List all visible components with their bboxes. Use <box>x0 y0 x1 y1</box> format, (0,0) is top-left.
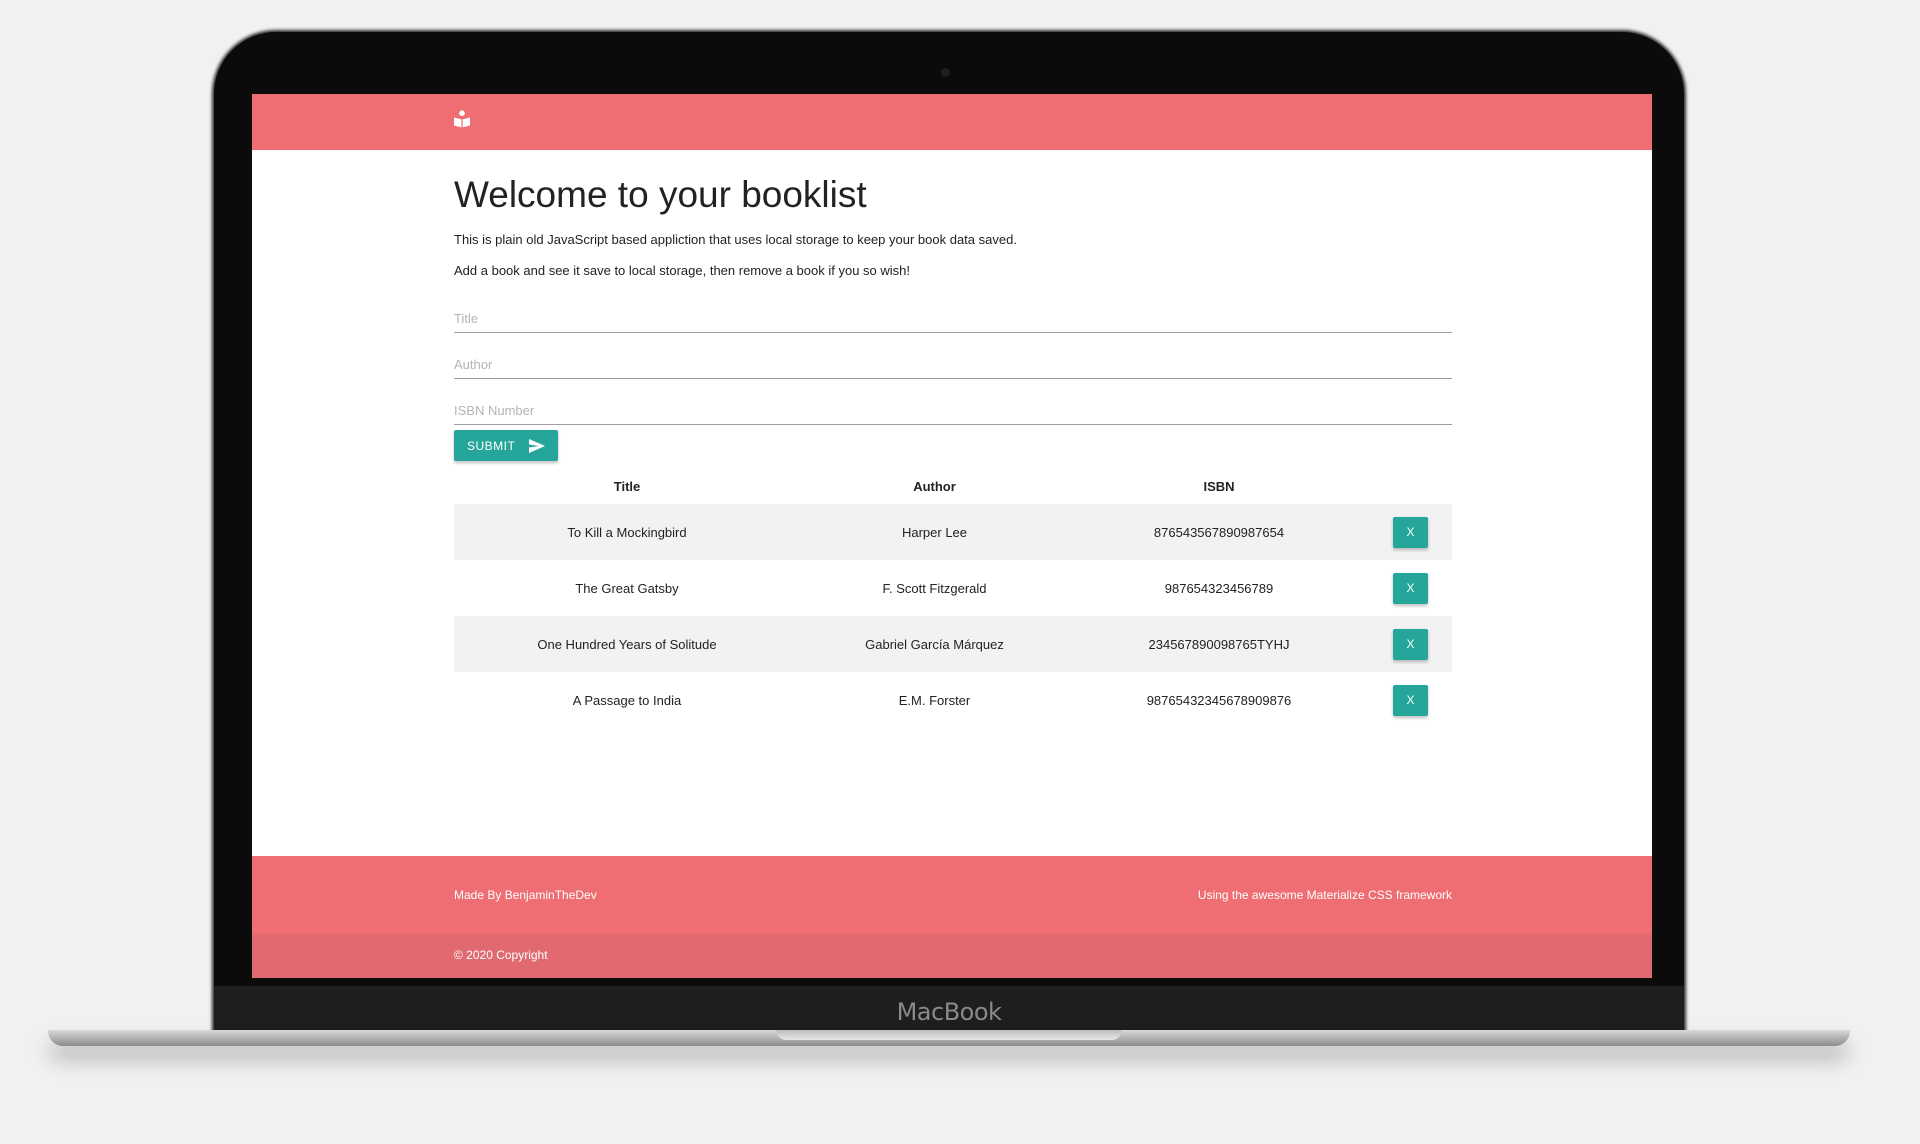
intro-text: This is plain old JavaScript based appli… <box>454 232 1017 247</box>
actions-cell: X <box>1369 516 1452 548</box>
book-isbn-cell: 987654323456789 <box>1164 580 1274 596</box>
header-author: Author <box>913 478 956 494</box>
macbook-label: MacBook <box>896 998 1002 1026</box>
send-icon <box>529 438 545 453</box>
table-row: To Kill a Mockingbird Harper Lee 8765435… <box>454 504 1452 560</box>
book-isbn-cell: 876543567890987654 <box>1153 524 1285 540</box>
book-title-cell: To Kill a Mockingbird <box>567 524 687 540</box>
delete-button[interactable]: X <box>1393 684 1428 716</box>
intro-text-secondary: Add a book and see it save to local stor… <box>454 263 910 278</box>
book-isbn-cell: 98765432345678909876 <box>1146 692 1292 708</box>
footer: Made By BenjaminTheDev Using the awesome… <box>252 856 1652 934</box>
header-title: Title <box>613 478 641 494</box>
camera <box>941 68 950 77</box>
book-title-cell: A Passage to India <box>572 692 682 708</box>
page-title: Welcome to your booklist <box>454 174 867 215</box>
actions-cell: X <box>1369 684 1452 716</box>
book-title-cell: The Great Gatsby <box>575 580 679 596</box>
footer-copyright-bar: © 2020 Copyright <box>252 934 1652 978</box>
table-row: The Great Gatsby F. Scott Fitzgerald 987… <box>454 560 1452 616</box>
delete-button[interactable]: X <box>1393 572 1428 604</box>
submit-button[interactable]: SUBMIT <box>454 430 558 461</box>
table-header-row: Title Author ISBN <box>454 468 1452 504</box>
book-author-cell: Harper Lee <box>901 524 968 540</box>
footer-credit: Made By BenjaminTheDev <box>454 888 597 902</box>
book-reader-icon[interactable] <box>454 110 470 128</box>
book-author-cell: E.M. Forster <box>898 692 971 708</box>
header-isbn: ISBN <box>1203 478 1235 494</box>
table-row: One Hundred Years of Solitude Gabriel Ga… <box>454 616 1452 672</box>
delete-button[interactable]: X <box>1393 628 1428 660</box>
actions-cell: X <box>1369 572 1452 604</box>
book-author-cell: Gabriel García Márquez <box>865 636 1004 652</box>
book-title-cell: One Hundred Years of Solitude <box>537 636 717 652</box>
screen: Welcome to your booklist This is plain o… <box>252 94 1652 978</box>
submit-label: SUBMIT <box>467 438 516 453</box>
copyright-text: © 2020 Copyright <box>454 948 548 962</box>
book-table: Title Author ISBN To Kill a Mockingbird … <box>454 468 1452 728</box>
isbn-input[interactable] <box>454 396 1452 425</box>
book-author-cell: F. Scott Fitzgerald <box>882 580 987 596</box>
title-input[interactable] <box>454 304 1452 333</box>
navbar <box>252 94 1652 150</box>
book-isbn-cell: 234567890098765TYHJ <box>1148 636 1290 652</box>
laptop-base-notch <box>776 1030 1122 1040</box>
delete-button[interactable]: X <box>1393 516 1428 548</box>
footer-framework-note: Using the awesome Materialize CSS framew… <box>1197 888 1452 902</box>
laptop-base <box>48 1030 1850 1046</box>
table-row: A Passage to India E.M. Forster 98765432… <box>454 672 1452 728</box>
actions-cell: X <box>1369 628 1452 660</box>
author-input[interactable] <box>454 350 1452 379</box>
